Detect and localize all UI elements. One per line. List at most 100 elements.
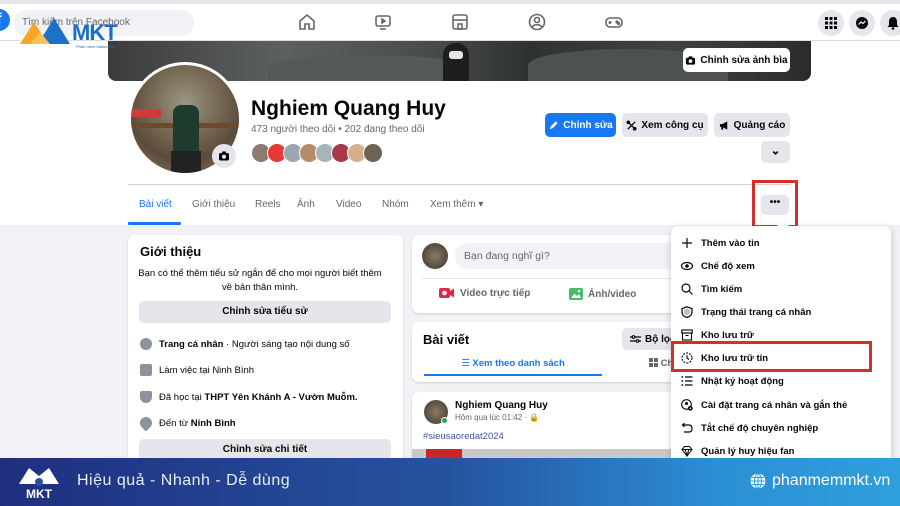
highlight-box-more-button — [752, 180, 798, 228]
online-status-dot — [441, 417, 448, 424]
intro-row-text: Làm việc tại Ninh Bình — [159, 364, 255, 376]
edit-cover-photo-button[interactable]: Chỉnh sửa ảnh bìa — [683, 48, 790, 72]
intro-row-work: Làm việc tại Ninh Bình — [140, 364, 254, 376]
grid-view-tab[interactable]: Ch — [649, 358, 673, 369]
post-composer: Bạn đang nghĩ gì? Video trực tiếp Ảnh/vi… — [412, 235, 702, 313]
info-icon — [140, 338, 152, 350]
post-timestamp[interactable]: Hôm qua lúc 01:42 · 🔒 — [455, 413, 539, 422]
friend-avatars[interactable] — [251, 143, 383, 165]
graduation-cap-icon — [140, 391, 152, 403]
live-video-button[interactable]: Video trực tiếp — [439, 287, 530, 299]
menu-item-trang-thai-trang-ca-nhan[interactable]: Trạng thái trang cá nhân — [681, 303, 811, 321]
menu-item-tim-kiem[interactable]: Tìm kiếm — [681, 280, 742, 298]
follow-stats[interactable]: 473 người theo dõi • 202 đang theo dõi — [251, 124, 425, 135]
mkt-logo-tagline: Phần mềm Marketing — [76, 44, 115, 49]
briefcase-icon — [140, 364, 152, 376]
menu-item-label: Trạng thái trang cá nhân — [701, 306, 812, 318]
edit-profile-button[interactable]: Chỉnh sửa — [545, 113, 616, 137]
list-view-tab[interactable]: ☰ Xem theo danh sách — [424, 358, 602, 369]
banner-logo-text: MKT — [26, 487, 53, 501]
marketplace-icon[interactable] — [450, 12, 470, 32]
filter-icon — [630, 335, 641, 343]
profile-name: Nghiem Quang Huy — [251, 97, 446, 120]
facebook-logo-icon[interactable]: f — [0, 9, 10, 31]
mkt-watermark-logo: MKT Phần mềm Marketing — [18, 14, 143, 49]
bell-icon — [887, 17, 899, 30]
divider — [128, 184, 791, 185]
composer-input[interactable]: Bạn đang nghĩ gì? — [455, 243, 685, 269]
pencil-icon — [550, 120, 558, 129]
home-icon[interactable] — [297, 12, 317, 32]
view-tools-button[interactable]: Xem công cụ — [622, 113, 708, 137]
tab-about[interactable]: Giới thiệu — [192, 199, 235, 210]
menu-item-nhat-ky-hoat-dong[interactable]: Nhật ký hoạt động — [681, 372, 784, 390]
live-video-icon — [439, 288, 454, 298]
expand-profile-button[interactable] — [761, 141, 790, 163]
intro-row-education: Đã học tại THPT Yên Khánh A - Vườn Muỗm. — [140, 391, 358, 403]
tab-reels[interactable]: Reels — [255, 199, 281, 210]
profile-settings-icon — [681, 399, 693, 411]
menu-item-label: Quản lý huy hiệu fan — [701, 445, 795, 457]
mkt-banner-logo-icon: MKT — [19, 468, 59, 501]
divider — [422, 278, 672, 279]
tab-groups[interactable]: Nhóm — [382, 199, 409, 210]
promo-banner: MKT Hiệu quả - Nhanh - Dễ dùng phanmemmk… — [0, 458, 900, 506]
tab-photos[interactable]: Ảnh — [297, 199, 315, 210]
archive-icon — [681, 329, 693, 341]
composer-avatar[interactable] — [422, 243, 448, 269]
menu-item-label: Tìm kiếm — [701, 283, 743, 295]
intro-row-bold: Trang cá nhân — [159, 338, 224, 350]
menu-item-cai-dat-trang-ca-nhan-va-gan-the[interactable]: Cài đặt trang cá nhân và gắn thẻ — [681, 396, 847, 414]
advertise-label: Quảng cáo — [733, 119, 786, 131]
watch-icon[interactable] — [373, 12, 393, 32]
messenger-button[interactable] — [849, 10, 875, 36]
plus-icon — [682, 238, 692, 248]
tab-more[interactable]: Xem thêm ▾ — [430, 199, 483, 210]
tab-posts[interactable]: Bài viết — [139, 199, 172, 210]
gaming-icon[interactable] — [604, 12, 624, 32]
live-video-label: Video trực tiếp — [460, 287, 531, 299]
friend-avatar[interactable] — [363, 143, 383, 163]
post-author-name[interactable]: Nghiem Quang Huy — [455, 400, 548, 411]
active-tab-indicator — [128, 222, 181, 225]
camera-icon — [219, 151, 229, 161]
banner-slogan: Hiệu quả - Nhanh - Dễ dùng — [77, 472, 291, 489]
groups-icon[interactable] — [527, 12, 547, 32]
edit-bio-button[interactable]: Chỉnh sửa tiểu sử — [139, 301, 391, 323]
menu-item-che-do-xem[interactable]: Chế độ xem — [681, 257, 755, 275]
activity-log-icon — [681, 376, 693, 386]
intro-row-text: · Người sáng tạo nội dung số — [223, 338, 350, 350]
intro-row-profile-type: Trang cá nhân · Người sáng tạo nội dung … — [140, 338, 350, 350]
update-profile-picture-button[interactable] — [212, 144, 236, 168]
tools-icon — [626, 119, 637, 131]
mkt-logo-text: MKT — [72, 20, 118, 45]
notifications-button[interactable] — [880, 10, 900, 36]
shield-icon — [681, 306, 693, 318]
tab-videos[interactable]: Video — [336, 199, 361, 210]
browser-strip — [0, 0, 900, 4]
edit-cover-label: Chỉnh sửa ảnh bìa — [700, 54, 788, 66]
advertise-button[interactable]: Quảng cáo — [714, 113, 790, 137]
menu-item-tat-che-do-chuyen-nghiep[interactable]: Tắt chế độ chuyên nghiệp — [681, 419, 818, 437]
eye-icon — [681, 261, 693, 271]
chevron-down-icon — [772, 150, 779, 155]
view-tools-label: Xem công cụ — [641, 119, 704, 131]
diamond-icon — [681, 446, 693, 457]
menu-grid-button[interactable] — [818, 10, 844, 36]
intro-row-bold[interactable]: THPT Yên Khánh A - Vườn Muỗm. — [204, 392, 357, 403]
posts-header-card: Bài viết Bộ lọc ☰ Xem theo danh sách Ch — [412, 322, 702, 382]
active-view-indicator — [424, 374, 602, 376]
banner-website-label: phanmemmkt.vn — [772, 472, 891, 489]
intro-row-bold[interactable]: Ninh Bình — [191, 418, 236, 429]
edit-profile-label: Chỉnh sửa — [563, 119, 613, 131]
banner-website[interactable]: phanmemmkt.vn — [750, 472, 890, 490]
menu-item-label: Chế độ xem — [701, 260, 755, 272]
menu-item-them-vao-tin[interactable]: Thêm vào tin — [681, 234, 760, 252]
search-icon — [681, 283, 693, 295]
photo-video-button[interactable]: Ảnh/video — [569, 287, 636, 301]
megaphone-icon — [719, 120, 727, 130]
menu-grid-icon — [825, 17, 837, 29]
photo-icon — [569, 288, 583, 300]
post-hashtag[interactable]: #sieusaoredat2024 — [423, 431, 504, 442]
intro-row-prefix: Đến từ — [159, 417, 191, 429]
